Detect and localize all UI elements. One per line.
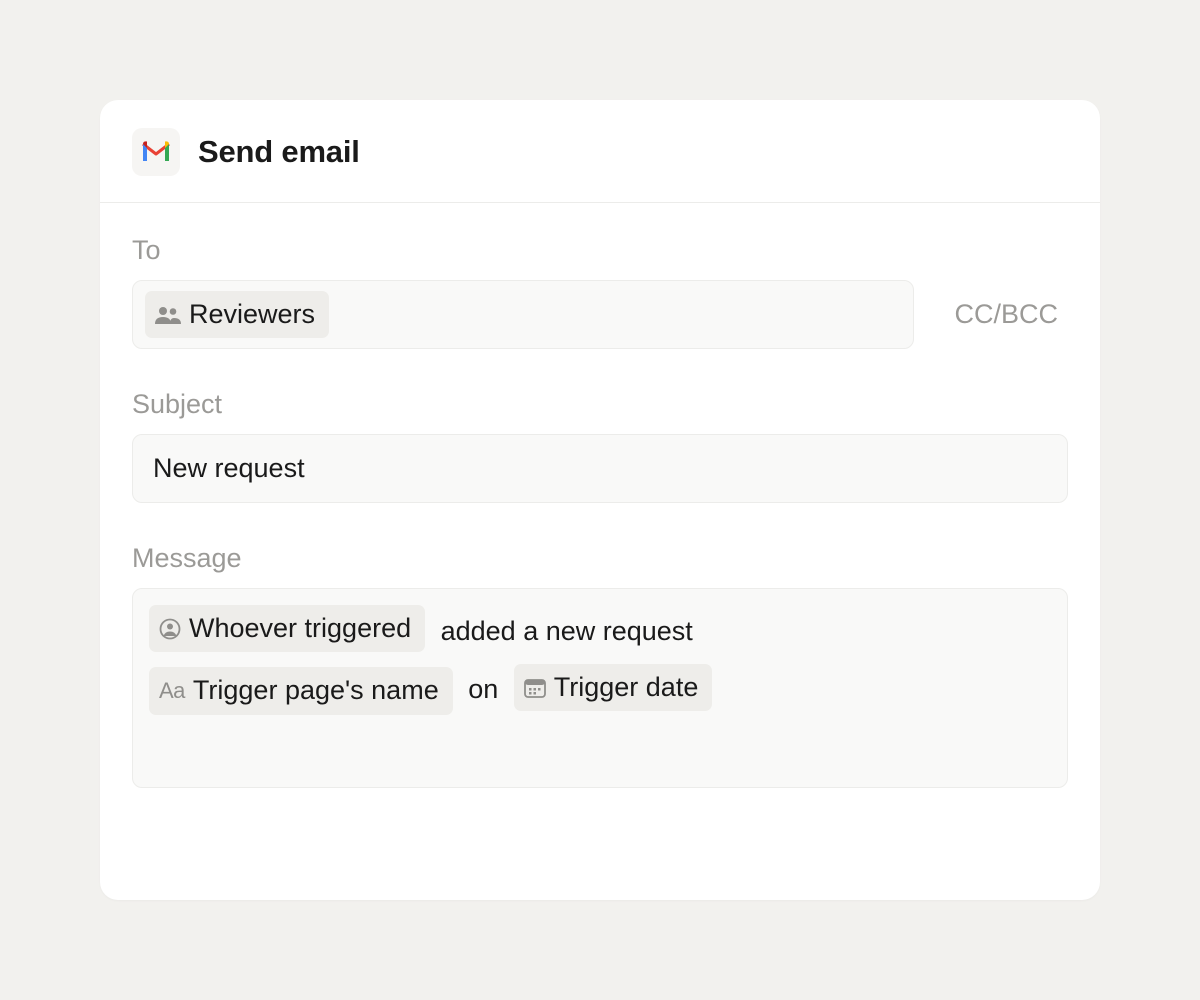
subject-section: Subject [132,389,1068,503]
to-input[interactable]: Reviewers [132,280,914,349]
people-icon [155,306,181,324]
to-row: Reviewers CC/BCC [132,280,1068,349]
message-section: Message Whoever triggered added a new re… [132,543,1068,788]
token-trigger-page-name[interactable]: Aa Trigger page's name [149,667,453,714]
subject-input[interactable] [132,434,1068,503]
token-trigger-date[interactable]: Trigger date [514,664,713,711]
token-label: Trigger date [554,670,699,705]
recipient-chip-reviewers[interactable]: Reviewers [145,291,329,338]
token-label: Trigger page's name [193,673,439,708]
token-label: Whoever triggered [189,611,411,646]
person-circle-icon [159,618,181,640]
subject-label: Subject [132,389,1068,420]
to-label: To [132,235,1068,266]
send-email-card: Send email To Reviewers [100,100,1100,900]
message-text: on [455,674,512,704]
card-title: Send email [198,134,360,170]
text-aa-icon: Aa [159,677,185,706]
recipient-chip-label: Reviewers [189,297,315,332]
gmail-icon [132,128,180,176]
cc-bcc-button[interactable]: CC/BCC [954,299,1068,330]
calendar-icon [524,678,546,698]
message-input[interactable]: Whoever triggered added a new request Aa… [132,588,1068,788]
token-whoever-triggered[interactable]: Whoever triggered [149,605,425,652]
card-body: To Reviewers CC/BCC [100,203,1100,788]
card-header: Send email [100,100,1100,203]
message-label: Message [132,543,1068,574]
message-text: added a new request [427,616,699,646]
